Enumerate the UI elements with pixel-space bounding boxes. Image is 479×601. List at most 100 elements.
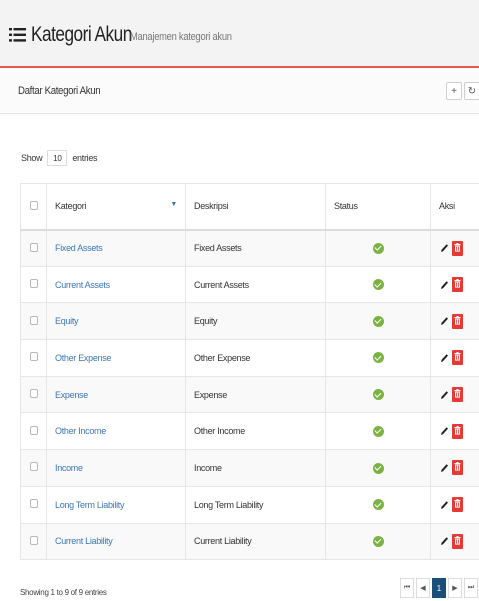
- status-cell: [325, 412, 431, 451]
- page-1-button[interactable]: 1: [432, 578, 446, 598]
- trash-icon: [454, 279, 461, 290]
- aksi-cell: [430, 375, 479, 414]
- pencil-icon[interactable]: [439, 242, 449, 254]
- kategori-link[interactable]: Long Term Liability: [55, 500, 124, 510]
- kategori-cell: Equity: [46, 302, 186, 341]
- kategori-link[interactable]: Other Income: [55, 426, 106, 436]
- delete-button[interactable]: [452, 497, 463, 513]
- status-cell: [325, 302, 431, 341]
- delete-button[interactable]: [452, 277, 463, 293]
- status-cell: [325, 339, 431, 377]
- table-row: Other Expense Other Expense: [20, 339, 479, 377]
- pencil-icon[interactable]: [439, 535, 449, 547]
- aksi-cell: [430, 522, 479, 561]
- select-all-cell: [20, 183, 47, 231]
- kategori-link[interactable]: Equity: [55, 316, 79, 326]
- row-checkbox[interactable]: [29, 315, 38, 325]
- status-cell: [325, 229, 431, 267]
- pencil-icon[interactable]: [439, 499, 449, 511]
- length-menu: Show 10 entries: [21, 150, 98, 166]
- check-circle-icon: [372, 425, 384, 437]
- pencil-icon[interactable]: [439, 352, 449, 364]
- kategori-cell: Other Expense: [46, 339, 186, 377]
- plus-icon: +: [451, 85, 457, 97]
- row-checkbox[interactable]: [29, 389, 38, 399]
- row-checkbox[interactable]: [29, 499, 38, 509]
- add-button[interactable]: +: [446, 82, 462, 100]
- page-title: Kategori Akun: [31, 23, 132, 46]
- trash-icon: [454, 425, 461, 437]
- table-header-row: Kategori ▼ Deskripsi Status Aksi: [20, 183, 479, 231]
- page-length-select[interactable]: 10: [47, 150, 68, 166]
- row-actions: [439, 497, 471, 513]
- column-header-kategori[interactable]: Kategori ▼: [46, 183, 186, 231]
- kategori-link[interactable]: Current Liability: [55, 536, 113, 546]
- prev-page-button[interactable]: ◀: [416, 578, 430, 598]
- table-row: Fixed Assets Fixed Assets: [20, 229, 479, 267]
- column-header-deskripsi[interactable]: Deskripsi: [185, 183, 326, 231]
- delete-button[interactable]: [452, 350, 463, 366]
- delete-button[interactable]: [452, 240, 463, 256]
- kategori-link[interactable]: Expense: [55, 390, 88, 400]
- trash-icon: [454, 389, 461, 400]
- row-checkbox[interactable]: [29, 535, 38, 545]
- delete-button[interactable]: [452, 423, 463, 439]
- status-cell: [325, 522, 431, 561]
- row-select-cell: [20, 302, 47, 341]
- length-suffix: entries: [72, 153, 98, 163]
- trash-icon: [454, 535, 461, 547]
- row-select-cell: [20, 485, 47, 524]
- table-row: Current Assets Current Assets: [20, 265, 479, 304]
- aksi-cell: [430, 412, 479, 451]
- delete-button[interactable]: [452, 387, 463, 403]
- select-all-checkbox[interactable]: [29, 200, 38, 210]
- deskripsi-cell: Current Assets: [185, 265, 326, 304]
- pencil-icon[interactable]: [439, 279, 449, 291]
- kategori-cell: Income: [46, 449, 186, 487]
- status-cell: [325, 485, 431, 524]
- row-actions: [439, 240, 471, 256]
- check-circle-icon: [372, 352, 384, 364]
- delete-button[interactable]: [452, 460, 463, 476]
- title-row: Kategori Akun Manajemen kategori akun: [9, 22, 250, 46]
- table-row: Long Term Liability Long Term Liability: [20, 485, 479, 524]
- row-select-cell: [20, 522, 47, 561]
- pencil-icon[interactable]: [439, 425, 449, 437]
- aksi-cell: [430, 265, 479, 304]
- pencil-icon[interactable]: [439, 315, 449, 327]
- aksi-cell: [430, 339, 479, 377]
- pencil-icon[interactable]: [439, 389, 449, 401]
- panel-title: Daftar Kategori Akun: [18, 85, 101, 97]
- column-label: Aksi: [439, 201, 455, 212]
- row-select-cell: [20, 412, 47, 451]
- row-select-cell: [20, 265, 47, 304]
- refresh-button[interactable]: ↻: [464, 82, 479, 100]
- kategori-link[interactable]: Income: [55, 463, 83, 473]
- row-checkbox[interactable]: [29, 242, 38, 252]
- kategori-link[interactable]: Current Assets: [55, 280, 110, 290]
- row-checkbox[interactable]: [29, 279, 38, 289]
- kategori-cell: Fixed Assets: [46, 229, 186, 267]
- trash-icon: [454, 352, 461, 363]
- next-page-button[interactable]: ▶: [448, 578, 462, 598]
- row-checkbox[interactable]: [29, 462, 38, 472]
- delete-button[interactable]: [452, 533, 463, 549]
- row-actions: [439, 387, 471, 403]
- column-label: Kategori: [55, 201, 87, 212]
- page-subtitle: Manajemen kategori akun: [129, 31, 232, 43]
- table-row: Expense Expense: [20, 375, 479, 414]
- kategori-link[interactable]: Other Expense: [55, 353, 111, 363]
- column-header-status[interactable]: Status: [325, 183, 431, 231]
- row-checkbox[interactable]: [29, 425, 38, 435]
- first-page-button[interactable]: ⏮: [400, 578, 414, 598]
- row-checkbox[interactable]: [29, 352, 38, 362]
- kategori-link[interactable]: Fixed Assets: [55, 243, 103, 253]
- row-actions: [439, 423, 471, 439]
- delete-button[interactable]: [452, 313, 463, 329]
- aksi-cell: [430, 449, 479, 487]
- column-label: Status: [334, 201, 358, 212]
- pencil-icon[interactable]: [439, 462, 449, 474]
- row-actions: [439, 277, 471, 293]
- last-page-button[interactable]: ⏭: [464, 578, 478, 598]
- deskripsi-cell: Long Term Liability: [185, 485, 326, 524]
